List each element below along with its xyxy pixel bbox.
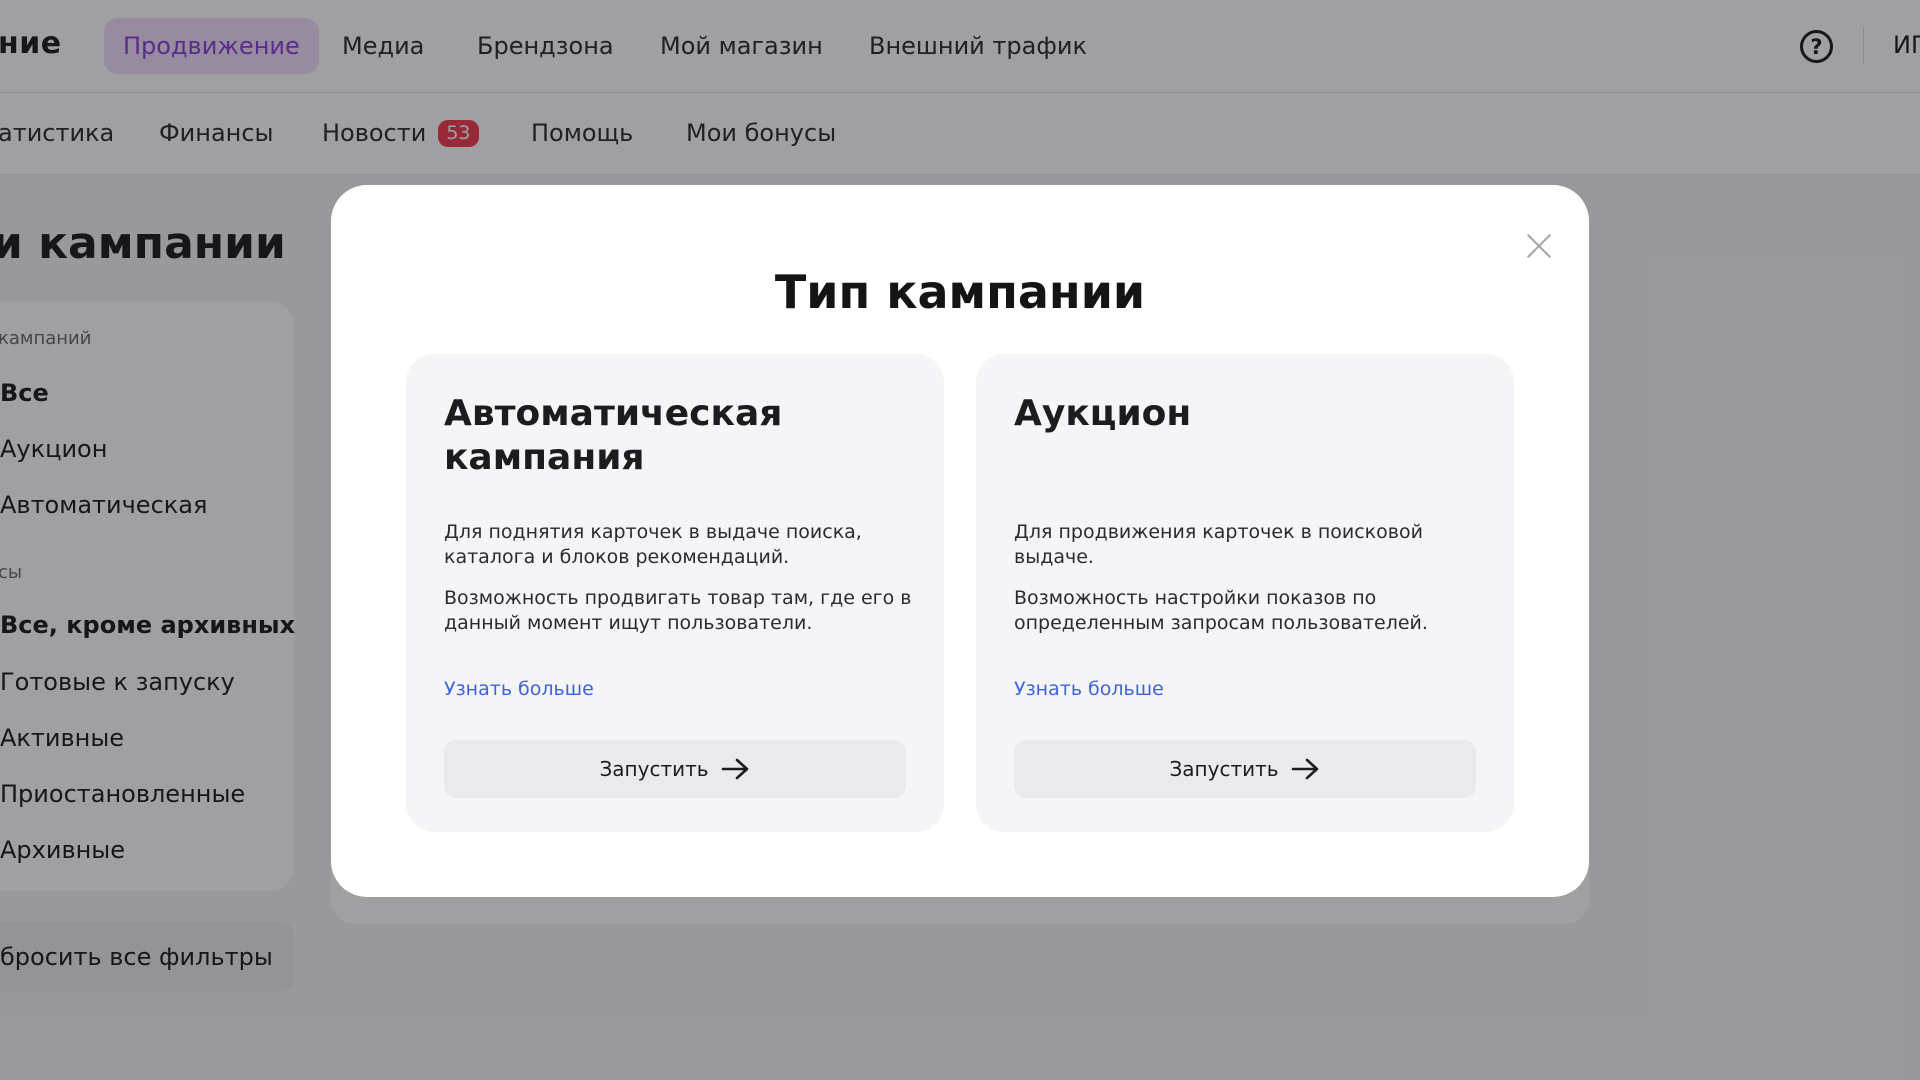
card-description: Для поднятия карточек в выдаче поиска, к… <box>444 521 862 568</box>
card-title: Аукцион <box>1014 393 1192 434</box>
launch-auction-button[interactable]: Запустить <box>1014 740 1476 798</box>
campaign-option-automatic[interactable]: Автоматическая кампания Для поднятия кар… <box>406 354 944 832</box>
launch-automatic-button[interactable]: Запустить <box>444 740 906 798</box>
arrow-right-icon <box>721 758 748 780</box>
card-description-secondary: Возможность настройки показов по определ… <box>1014 587 1428 634</box>
close-icon[interactable] <box>1514 221 1564 271</box>
modal-title: Тип кампании <box>774 265 1146 319</box>
card-description-secondary: Возможность продвигать товар там, где ег… <box>444 587 912 634</box>
campaign-type-modal: Тип кампании Автоматическая кампания Для… <box>331 185 1589 897</box>
card-title: Автоматическая кампания <box>444 393 783 478</box>
learn-more-link[interactable]: Узнать больше <box>444 678 594 700</box>
launch-button-label: Запустить <box>1169 757 1279 781</box>
learn-more-link[interactable]: Узнать больше <box>1014 678 1164 700</box>
arrow-right-icon <box>1291 758 1318 780</box>
card-description: Для продвижения карточек в поисковой выд… <box>1014 521 1423 568</box>
campaign-option-auction[interactable]: Аукцион Для продвижения карточек в поиск… <box>976 354 1514 832</box>
launch-button-label: Запустить <box>599 757 709 781</box>
